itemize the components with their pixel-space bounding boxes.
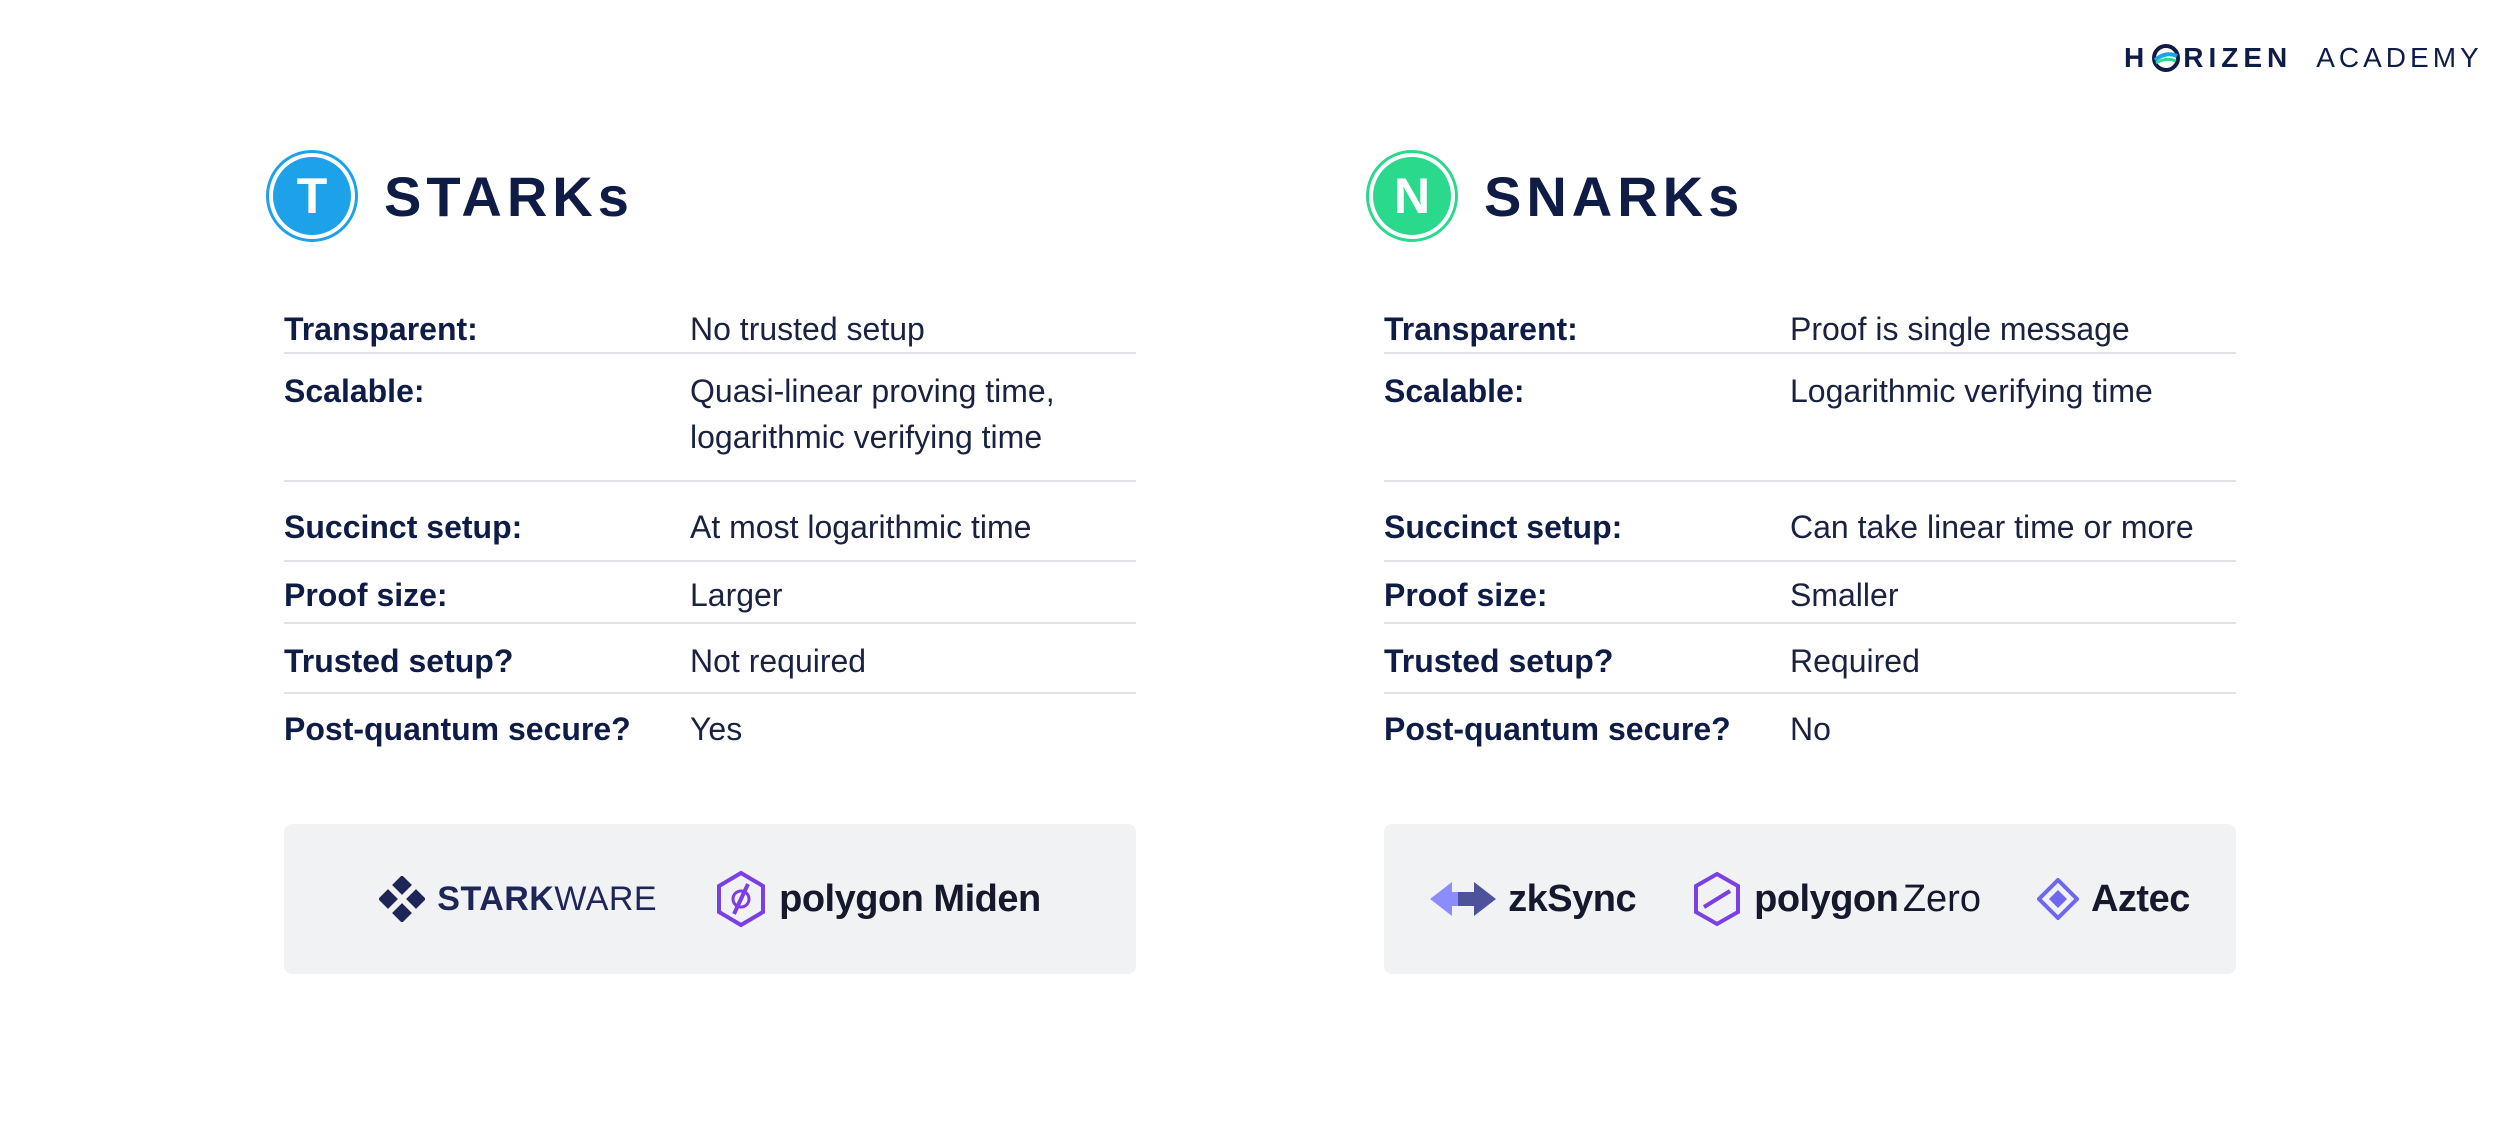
polygon-miden-logo: polygon Miden [715, 870, 1041, 928]
row-label: Proof size: [1384, 577, 1548, 613]
polygon-text: polygon [1754, 877, 1899, 920]
snarks-header: N SNARKs [1366, 146, 1744, 246]
row-value-line: logarithmic verifying time [690, 419, 1043, 455]
row-label: Trusted setup? [1384, 643, 1614, 679]
row-value-line: Quasi-linear proving time, [690, 373, 1055, 409]
table-row: Scalable: Logarithmic verifying time [1384, 354, 2236, 482]
row-label: Transparent: [284, 311, 478, 347]
row-value: Not required [690, 643, 867, 679]
table-row: Post-quantum secure? No [1384, 694, 2236, 764]
aztec-logo: Aztec [2036, 877, 2190, 921]
starkware-logo: STARKWARE [379, 876, 657, 922]
zero-text: Zero [1902, 877, 1981, 920]
polygon-icon [1692, 871, 1742, 927]
polygon-icon [715, 870, 767, 928]
row-label: Proof size: [284, 577, 448, 613]
starks-title: STARKs [384, 164, 634, 228]
starks-projects-panel: STARKWARE polygon Miden [284, 824, 1136, 974]
row-label: Succinct setup: [1384, 509, 1623, 545]
starkware-icon [379, 876, 426, 922]
row-label: Scalable: [284, 373, 425, 409]
snarks-comparison-table: Transparent: Proof is single message Sca… [1384, 300, 2236, 764]
aztec-icon [2036, 878, 2079, 920]
badge-letter: N [1373, 157, 1451, 235]
row-value: No trusted setup [690, 311, 925, 347]
polygon-miden-text: polygon Miden [779, 877, 1041, 920]
table-row: Proof size: Larger [284, 562, 1136, 624]
horizen-o-icon [2151, 43, 2181, 73]
row-value: No [1790, 711, 1831, 747]
row-label: Trusted setup? [284, 643, 514, 679]
row-value: Yes [690, 711, 743, 747]
row-label: Scalable: [1384, 373, 1525, 409]
snarks-badge: N [1366, 150, 1458, 242]
brand-horizen: H RIZEN [2124, 42, 2293, 73]
snarks-title: SNARKs [1484, 164, 1745, 228]
table-row: Succinct setup: Can take linear time or … [1384, 482, 2236, 562]
table-row: Proof size: Smaller [1384, 562, 2236, 624]
row-label: Post-quantum secure? [1384, 711, 1731, 747]
row-label: Succinct setup: [284, 509, 523, 545]
starks-badge: T [266, 150, 358, 242]
row-label: Post-quantum secure? [284, 711, 631, 747]
starks-comparison-table: Transparent: No trusted setup Scalable: … [284, 300, 1136, 764]
row-value: Proof is single message [1790, 311, 2130, 347]
starks-header: T STARKs [266, 146, 634, 246]
row-value: Can take linear time or more [1790, 509, 2194, 545]
zksync-logo: zkSync [1430, 877, 1637, 921]
row-value: Larger [690, 577, 783, 613]
table-row: Trusted setup? Not required [284, 624, 1136, 694]
polygon-zero-logo: polygon Zero [1692, 871, 1981, 927]
zksync-text: zkSync [1508, 877, 1637, 920]
zksync-icon [1430, 880, 1497, 918]
snarks-projects-panel: zkSync polygon Zero Aztec [1384, 824, 2236, 974]
table-row: Transparent: Proof is single message [1384, 300, 2236, 354]
horizen-academy-logo: H RIZEN ACADEMY [2124, 40, 2479, 76]
table-row: Succinct setup: At most logarithmic time [284, 482, 1136, 562]
row-label: Transparent: [1384, 311, 1578, 347]
badge-letter: T [273, 157, 351, 235]
row-value: At most logarithmic time [690, 509, 1032, 545]
starkware-bold-text: STARK [437, 879, 555, 918]
starkware-regular-text: WARE [554, 879, 658, 918]
row-value: Required [1790, 643, 1920, 679]
row-value: Smaller [1790, 577, 1899, 613]
table-row: Scalable: Quasi-linear proving time, log… [284, 354, 1136, 482]
row-value: Quasi-linear proving time, logarithmic v… [690, 354, 1136, 480]
row-value: Logarithmic verifying time [1790, 373, 2153, 409]
brand-academy: ACADEMY [2316, 42, 2483, 73]
table-row: Transparent: No trusted setup [284, 300, 1136, 354]
aztec-text: Aztec [2090, 877, 2190, 920]
table-row: Trusted setup? Required [1384, 624, 2236, 694]
table-row: Post-quantum secure? Yes [284, 694, 1136, 764]
